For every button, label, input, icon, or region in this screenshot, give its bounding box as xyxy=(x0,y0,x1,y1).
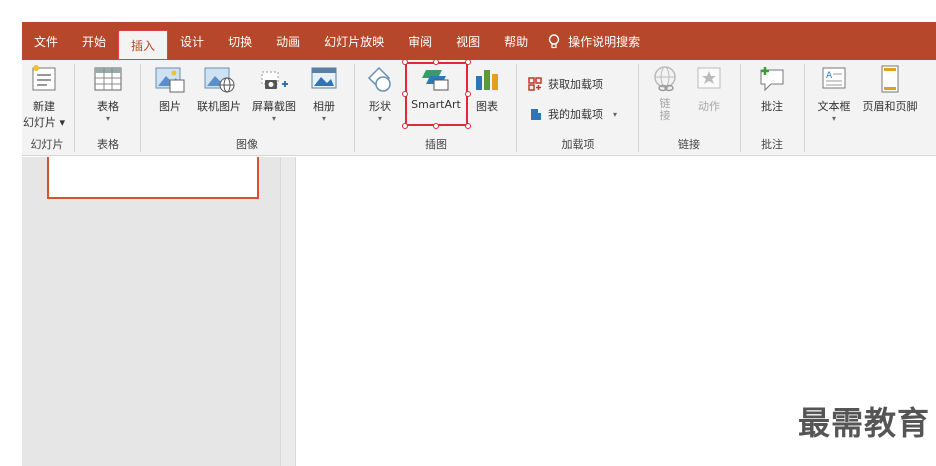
powerpoint-window: 文件 开始 插入 设计 切换 动画 幻灯片放映 审阅 视图 帮助 操作说明搜索 xyxy=(0,0,936,466)
tab-transitions[interactable]: 切换 xyxy=(216,22,264,60)
tab-slideshow[interactable]: 幻灯片放映 xyxy=(312,22,396,60)
group-comments-label: 批注 xyxy=(761,138,783,151)
watermark: 最需教育 xyxy=(797,404,930,442)
selection-handle xyxy=(433,123,439,129)
tab-file[interactable]: 文件 xyxy=(22,22,70,60)
group-images: 图像 xyxy=(142,60,352,156)
tab-design[interactable]: 设计 xyxy=(168,22,216,60)
tab-help[interactable]: 帮助 xyxy=(492,22,540,60)
tab-animations[interactable]: 动画 xyxy=(264,22,312,60)
selection-handle xyxy=(402,91,408,97)
selection-handle xyxy=(433,59,439,65)
group-slides: 幻灯片 xyxy=(22,60,72,156)
tab-insert[interactable]: 插入 xyxy=(118,30,169,60)
group-links: 链接 xyxy=(640,60,738,156)
textbox-label: 文本框 xyxy=(817,100,851,113)
tab-review[interactable]: 审阅 xyxy=(396,22,444,60)
textbox-dropdown-icon[interactable]: ▾ xyxy=(812,114,856,124)
group-slides-label: 幻灯片 xyxy=(30,138,64,151)
selection-handle xyxy=(465,123,471,129)
selection-handle xyxy=(465,59,471,65)
textbox-icon: A xyxy=(822,67,846,89)
divider xyxy=(354,64,355,152)
selection-handle xyxy=(402,123,408,129)
smartart-highlight-box xyxy=(405,62,468,126)
slide-editing-canvas[interactable]: 最需教育 xyxy=(296,157,936,466)
group-addins: 加载项 xyxy=(518,60,638,156)
ribbon-tab-bar: 文件 开始 插入 设计 切换 动画 幻灯片放映 审阅 视图 帮助 操作说明搜索 xyxy=(22,22,936,60)
selection-handle xyxy=(465,91,471,97)
group-tables: 表格 xyxy=(78,60,138,156)
pane-splitter[interactable] xyxy=(280,157,296,466)
svg-text:A: A xyxy=(826,71,833,81)
tell-me-label: 操作说明搜索 xyxy=(568,34,641,49)
textbox-button[interactable]: A 文本框 ▾ xyxy=(812,64,856,124)
group-tables-label: 表格 xyxy=(97,138,119,151)
divider xyxy=(140,64,141,152)
divider xyxy=(516,64,517,152)
group-illustrations-label: 插图 xyxy=(425,138,447,151)
ribbon: 新建 幻灯片 ▾ 幻灯片 表格 ▾ 表格 图片 联机图片 屏幕截图 ▾ 相册 ▾… xyxy=(22,60,936,156)
group-comments: 批注 xyxy=(742,60,802,156)
slide-thumbnail[interactable] xyxy=(47,157,259,199)
header-footer-label: 页眉和页脚 xyxy=(862,100,918,113)
tab-view[interactable]: 视图 xyxy=(444,22,492,60)
divider xyxy=(804,64,805,152)
header-footer-icon xyxy=(881,65,899,93)
group-images-label: 图像 xyxy=(236,138,258,151)
slide-thumbnail-pane[interactable] xyxy=(22,157,280,466)
group-links-label: 链接 xyxy=(678,138,700,151)
divider xyxy=(74,64,75,152)
tab-home[interactable]: 开始 xyxy=(70,22,118,60)
tell-me-search[interactable]: 操作说明搜索 xyxy=(548,33,640,50)
group-addins-label: 加载项 xyxy=(561,138,595,151)
lightbulb-icon xyxy=(548,33,560,48)
divider xyxy=(740,64,741,152)
header-footer-button[interactable]: 页眉和页脚 xyxy=(858,64,922,114)
selection-handle xyxy=(402,59,408,65)
divider xyxy=(638,64,639,152)
